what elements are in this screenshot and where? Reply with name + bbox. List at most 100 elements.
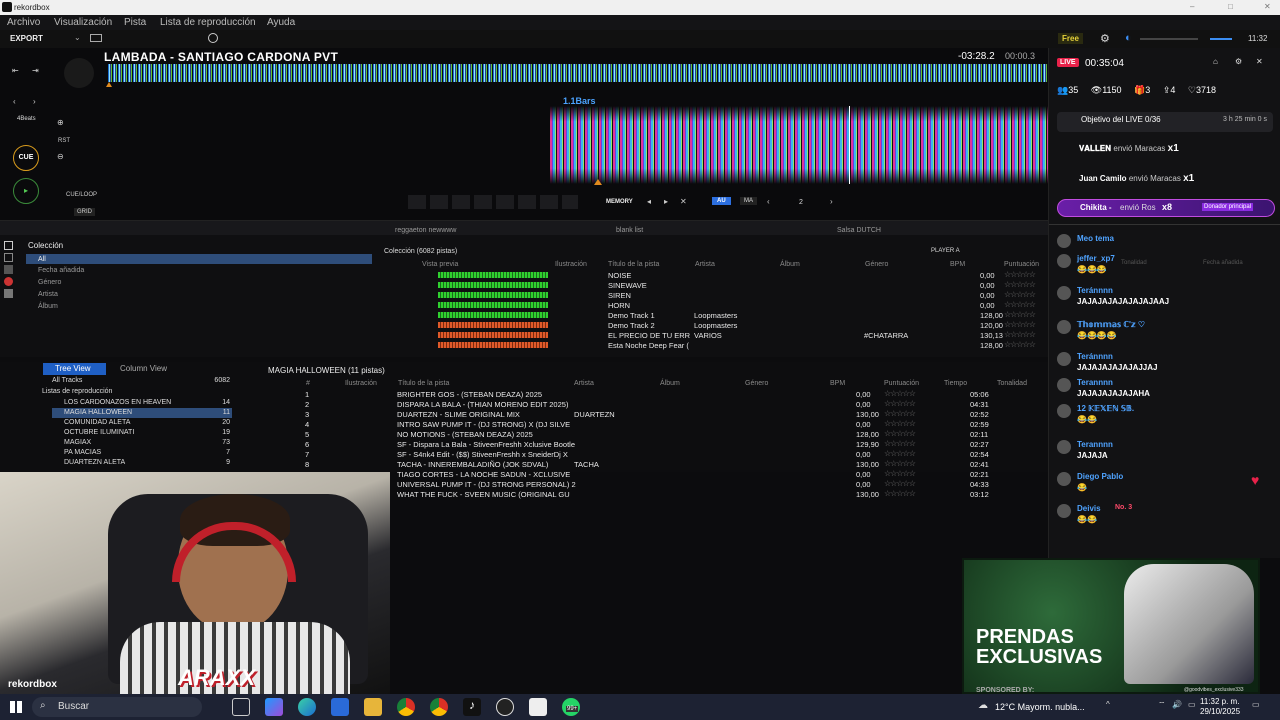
chat-username[interactable]: Teránnnn: [1077, 286, 1113, 295]
next-icon[interactable]: ›: [33, 97, 36, 106]
rating-stars[interactable]: ☆☆☆☆☆: [884, 469, 916, 478]
avatar[interactable]: [1057, 254, 1071, 268]
rating-stars[interactable]: ☆☆☆☆☆: [1004, 270, 1036, 279]
pl-col-bpm[interactable]: BPM: [830, 380, 845, 387]
folder-icon[interactable]: [4, 289, 13, 298]
table-row[interactable]: 8 TACHA - INNEREMBALADIÑO (JOK SDVAL) TACH…: [280, 459, 1048, 469]
table-row[interactable]: 1 BRIGHTER GOS - (STEBAN DEAZA) 2025 0,00 ☆…: [280, 389, 1048, 399]
avatar[interactable]: [1057, 440, 1071, 454]
rst-label[interactable]: RST: [58, 138, 70, 144]
avatar[interactable]: [1057, 234, 1071, 248]
tab-tree-view[interactable]: Tree View: [43, 363, 106, 375]
col-artist[interactable]: Artista: [695, 261, 715, 268]
pl-col-num[interactable]: #: [306, 380, 310, 387]
taskbar-search[interactable]: ⌕ Buscar: [32, 697, 202, 717]
tab-column-view[interactable]: Column View: [120, 364, 167, 373]
table-row[interactable]: 7 SF - S4nk4 Edit - ($$) StiveenFreshh x …: [280, 449, 1048, 459]
memory-delete-icon[interactable]: ✕: [680, 197, 687, 206]
panel-close-icon[interactable]: ✕: [1256, 57, 1263, 66]
col-genre[interactable]: Género: [865, 261, 888, 268]
table-row[interactable]: Esta Noche Deep Fear (128,00 ☆☆☆☆☆: [380, 340, 1048, 350]
sidebar-item-genero[interactable]: Género: [38, 279, 61, 286]
rating-stars[interactable]: ☆☆☆☆☆: [884, 429, 916, 438]
live-goal[interactable]: Objetivo del LIVE 0/36 3 h 25 min 0 s: [1057, 112, 1273, 132]
rating-stars[interactable]: ☆☆☆☆☆: [884, 439, 916, 448]
close-button[interactable]: ✕: [1264, 2, 1271, 11]
avatar[interactable]: [1057, 504, 1071, 518]
tree-playlist-item[interactable]: MAGIAX 73: [52, 438, 232, 448]
tree-playlist-item[interactable]: MAGIA HALLOWEEN 11: [52, 408, 232, 418]
rating-stars[interactable]: ☆☆☆☆☆: [884, 419, 916, 428]
avatar[interactable]: [1057, 320, 1071, 334]
pl-col-time[interactable]: Tiempo: [944, 380, 967, 387]
chat-username[interactable]: Teránnnn: [1077, 352, 1113, 361]
rating-stars[interactable]: ☆☆☆☆☆: [884, 409, 916, 418]
preview-waveform[interactable]: [438, 272, 548, 278]
chat-username[interactable]: Deivis: [1077, 504, 1101, 513]
pl-col-art[interactable]: Ilustración: [345, 380, 377, 387]
au-button[interactable]: AU: [712, 197, 731, 205]
record-icon[interactable]: [208, 33, 218, 43]
list-icon[interactable]: [4, 253, 13, 262]
overview-waveform[interactable]: [108, 64, 1048, 82]
tree-playlist-item[interactable]: PA MACIAS 7: [52, 448, 232, 458]
col-album[interactable]: Álbum: [780, 261, 800, 268]
rating-stars[interactable]: ☆☆☆☆☆: [1004, 320, 1036, 329]
tree-playlist-item[interactable]: COMUNIDAD ALETA 20: [52, 418, 232, 428]
pl-col-rating[interactable]: Puntuación: [884, 380, 919, 387]
page-prev-icon[interactable]: ‹: [767, 197, 770, 206]
table-row[interactable]: EL PRECIO DE TU ERR VARIOS #CHATARRA 130,13…: [380, 330, 1048, 340]
obs-icon[interactable]: [496, 698, 514, 716]
pl-col-genre[interactable]: Género: [745, 380, 768, 387]
tab-salsa-dutch[interactable]: Salsa DUTCH: [837, 227, 881, 234]
table-row[interactable]: 6 SF - Dispara La Bala - StiveenFreshh Xc…: [280, 439, 1048, 449]
preview-waveform[interactable]: [438, 322, 548, 328]
zoom-out-icon[interactable]: ⊖: [57, 152, 64, 161]
tree-playlists-folder[interactable]: Listas de reproducción: [42, 388, 112, 395]
avatar[interactable]: [1057, 352, 1071, 366]
battery-icon[interactable]: ▭: [1188, 700, 1196, 709]
chat-username[interactable]: Terannnn: [1077, 440, 1113, 449]
taskbar-date[interactable]: 29/10/2025: [1200, 707, 1240, 716]
gear-icon[interactable]: ⚙: [1100, 32, 1110, 45]
pl-col-key[interactable]: Tonalidad: [997, 380, 1027, 387]
windows-start-icon[interactable]: [10, 701, 22, 713]
rating-stars[interactable]: ☆☆☆☆☆: [884, 389, 916, 398]
memory-prev-icon[interactable]: ◂: [647, 197, 651, 206]
rating-stars[interactable]: ☆☆☆☆☆: [1004, 330, 1036, 339]
shrink-icon[interactable]: ⇤: [12, 66, 19, 75]
table-row[interactable]: WHAT THE FUCK - SVEEN MUSIC (ORIGINAL GU…: [280, 489, 1048, 499]
col-rating[interactable]: Puntuación: [1004, 261, 1039, 268]
pl-col-artist[interactable]: Artista: [574, 380, 594, 387]
tray-chevron-icon[interactable]: ^: [1106, 700, 1110, 709]
chat-username[interactable]: jeffer_xp7: [1077, 254, 1115, 263]
col-title[interactable]: Título de la pista: [608, 261, 659, 268]
beats-label[interactable]: 4Beats: [17, 116, 36, 122]
rating-stars[interactable]: ☆☆☆☆☆: [884, 399, 916, 408]
rating-stars[interactable]: ☆☆☆☆☆: [1004, 290, 1036, 299]
free-badge[interactable]: Free: [1058, 33, 1083, 44]
weather-text[interactable]: 12°C Mayorm. nubla...: [995, 702, 1085, 712]
sidebar-item-artista[interactable]: Artista: [38, 291, 58, 298]
rating-stars[interactable]: ☆☆☆☆☆: [1004, 300, 1036, 309]
zoom-in-icon[interactable]: ⊕: [57, 118, 64, 127]
volume-icon[interactable]: 🔊: [1172, 700, 1182, 709]
table-row[interactable]: SIREN 0,00 ☆☆☆☆☆: [380, 290, 1048, 300]
cue-loop-tab[interactable]: CUE/LOOP: [66, 192, 97, 198]
table-row[interactable]: UNIVERSAL PUMP IT - (DJ STRONG PERSONAL)…: [280, 479, 1048, 489]
table-row[interactable]: 3 DUARTEZN - SLIME ORIGINAL MIX DUARTEZN 13…: [280, 409, 1048, 419]
maximize-button[interactable]: □: [1228, 2, 1233, 11]
menu-pista[interactable]: Pista: [124, 17, 146, 28]
avatar[interactable]: [1057, 404, 1071, 418]
rating-stars[interactable]: ☆☆☆☆☆: [884, 489, 916, 498]
rating-stars[interactable]: ☆☆☆☆☆: [1004, 280, 1036, 289]
zoomed-waveform[interactable]: [550, 106, 1048, 184]
tree-playlist-item[interactable]: OCTUBRE ILUMINATI 19: [52, 428, 232, 438]
taskbar-time[interactable]: 11:32 p. m.: [1200, 697, 1239, 706]
menu-archivo[interactable]: Archivo: [7, 17, 40, 28]
notifications-icon[interactable]: ▭: [1252, 700, 1260, 709]
expand-icon[interactable]: ⇥: [32, 66, 39, 75]
pen-icon[interactable]: [4, 265, 13, 274]
table-row[interactable]: 5 NO MOTIONS - (STEBAN DEAZA) 2025 128,00 ☆…: [280, 429, 1048, 439]
task-view-icon[interactable]: [232, 698, 250, 716]
